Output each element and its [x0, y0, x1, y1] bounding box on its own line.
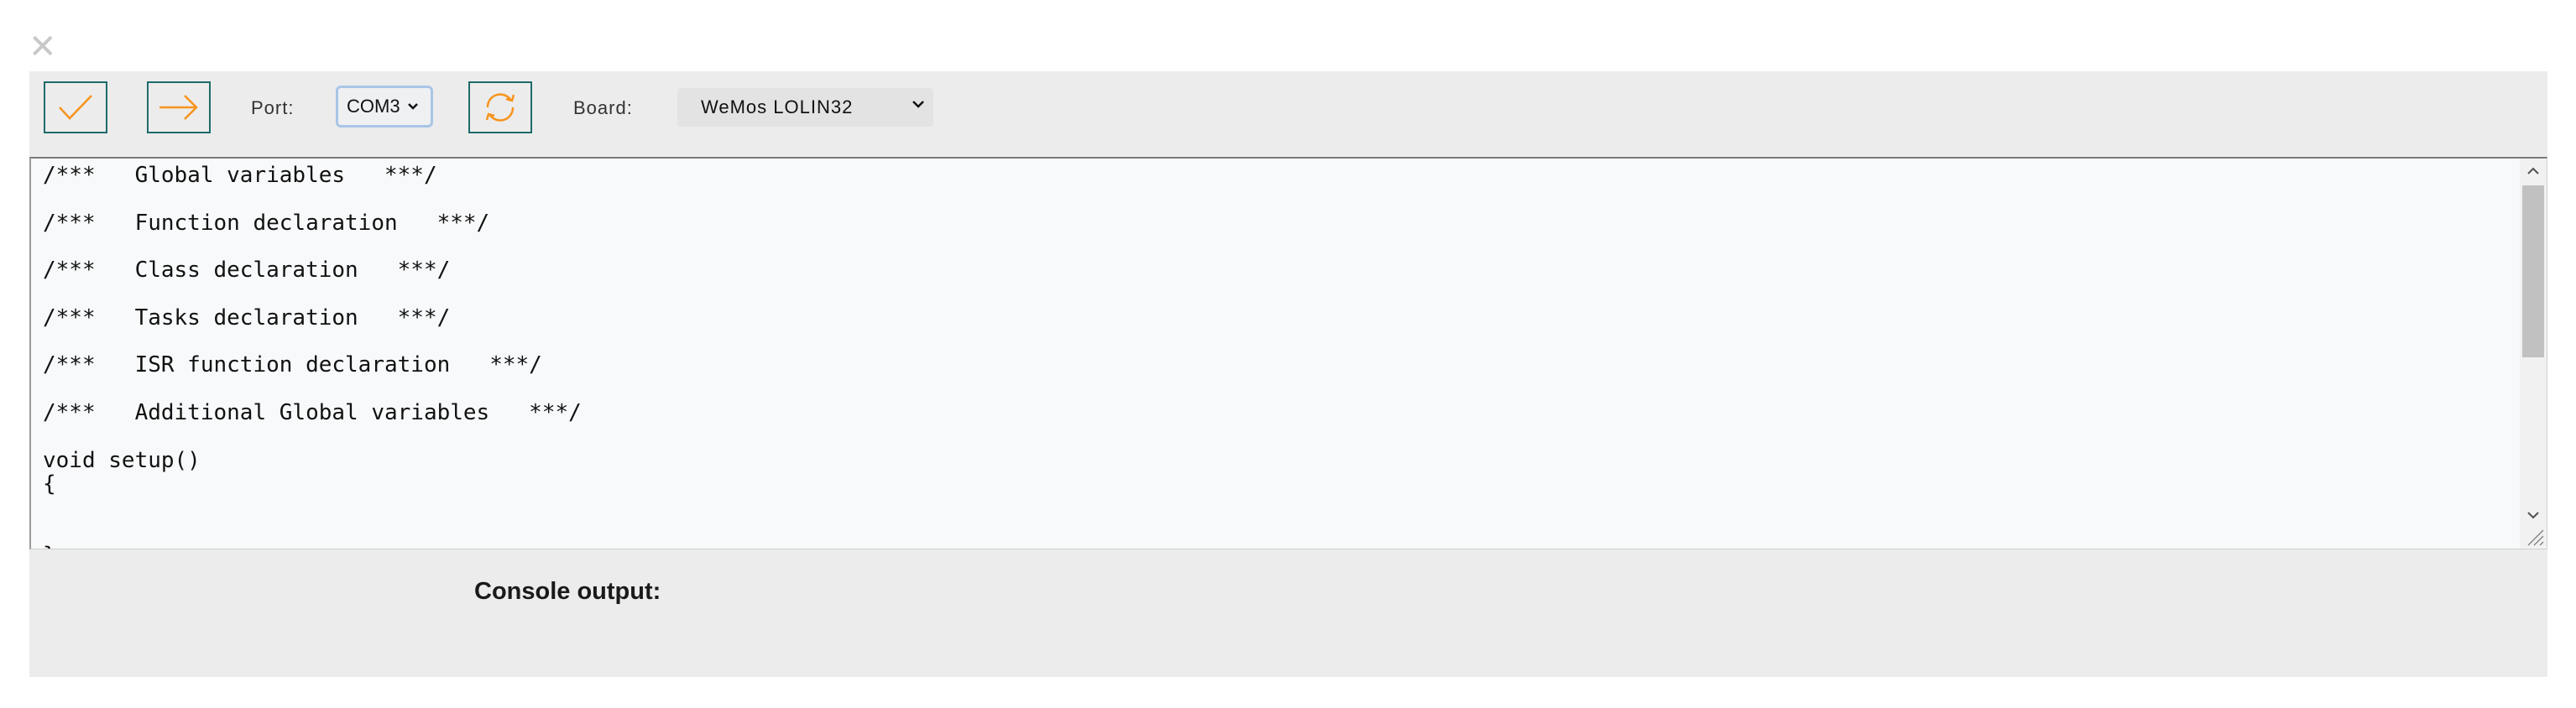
- checkmark-icon: [59, 95, 92, 120]
- arrow-right-icon: [159, 95, 198, 120]
- port-select[interactable]: COM3: [336, 86, 433, 128]
- code-line: /*** Class declaration ***/: [43, 258, 451, 284]
- code-text[interactable]: /*** Global variables ***/ /*** Function …: [43, 164, 582, 549]
- editor-scrollbar[interactable]: [2520, 159, 2547, 549]
- close-icon[interactable]: ✕: [29, 30, 57, 64]
- scrollbar-thumb[interactable]: [2522, 185, 2544, 357]
- code-line: void setup(): [43, 447, 201, 473]
- refresh-ports-button[interactable]: [468, 81, 532, 133]
- chevron-up-icon: [2527, 167, 2539, 174]
- board-select[interactable]: WeMos LOLIN32: [677, 88, 933, 127]
- console-title: Console output:: [474, 578, 661, 605]
- chevron-down-icon: [2527, 512, 2539, 519]
- code-line: /*** Tasks declaration ***/: [43, 305, 451, 331]
- board-label: Board:: [573, 97, 633, 118]
- verify-button[interactable]: [44, 81, 107, 133]
- chevron-down-icon: [407, 103, 418, 110]
- board-value: WeMos LOLIN32: [701, 96, 854, 117]
- port-label: Port:: [251, 97, 295, 118]
- upload-button[interactable]: [147, 81, 211, 133]
- code-line: /*** Global variables ***/: [43, 163, 437, 188]
- code-line: }: [43, 543, 582, 549]
- chevron-down-icon: [912, 101, 924, 108]
- resize-grip-icon[interactable]: [2525, 527, 2545, 547]
- code-line: /*** ISR function declaration ***/: [43, 352, 542, 378]
- code-line: {: [43, 471, 56, 497]
- code-line: /*** Additional Global variables ***/: [43, 399, 582, 425]
- console-panel: Console output:: [29, 549, 2547, 677]
- code-line: /*** Function declaration ***/: [43, 210, 490, 236]
- port-value: COM3: [347, 96, 400, 117]
- refresh-icon: [485, 93, 515, 122]
- toolbar: Port: COM3 Board: WeMos LOLIN32: [29, 71, 2547, 157]
- scroll-down-button[interactable]: [2520, 502, 2547, 528]
- scroll-up-button[interactable]: [2520, 159, 2547, 184]
- code-editor[interactable]: /*** Global variables ***/ /*** Function …: [29, 157, 2547, 549]
